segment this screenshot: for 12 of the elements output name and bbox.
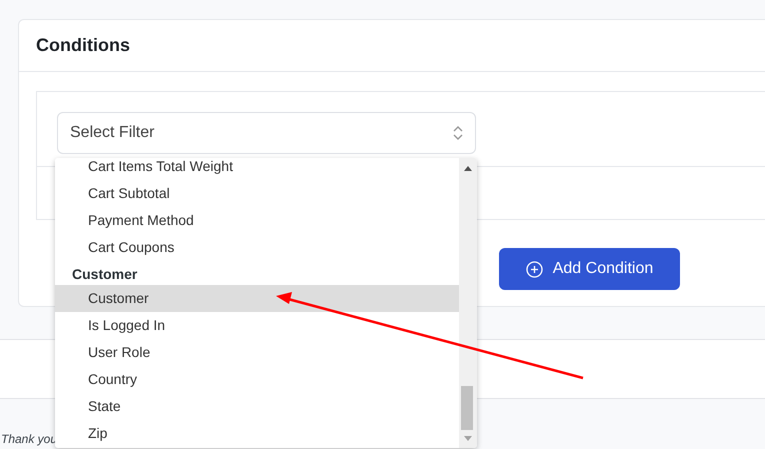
dropdown-option[interactable]: Customer [55, 285, 459, 312]
add-condition-button[interactable]: Add Condition [499, 248, 680, 290]
filter-select[interactable]: Select Filter [57, 112, 476, 154]
scrollbar-thumb[interactable] [461, 386, 473, 430]
scroll-down-icon[interactable] [464, 436, 472, 441]
plus-circle-icon [526, 260, 543, 278]
card-title: Conditions [36, 34, 130, 57]
scrollbar[interactable] [459, 158, 477, 448]
dropdown-option[interactable]: Cart Items Total Weight [55, 158, 459, 180]
group-heading: Customer [71, 265, 138, 284]
sort-arrows-icon [453, 125, 463, 141]
scroll-up-icon[interactable] [464, 166, 472, 171]
